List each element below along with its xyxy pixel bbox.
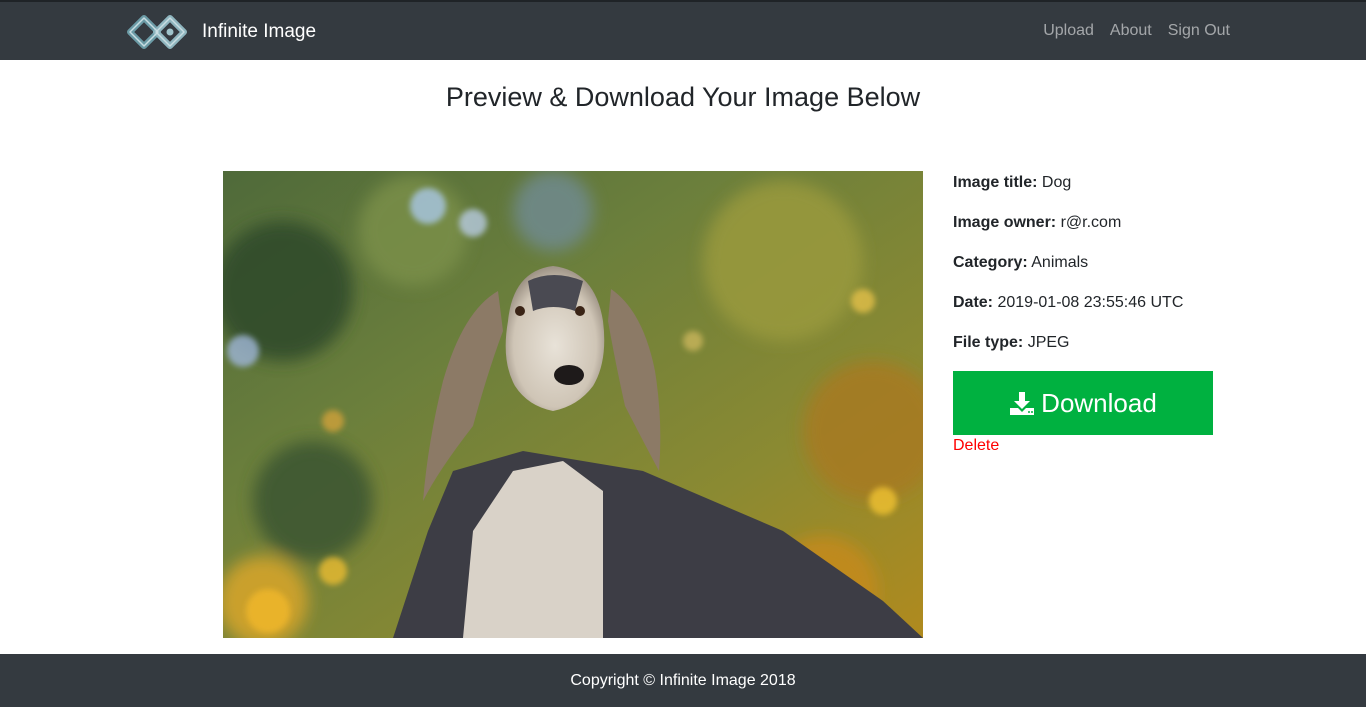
detail-date-label: Date:: [953, 294, 994, 311]
nav-about-link[interactable]: About: [1110, 22, 1152, 40]
detail-title-label: Image title:: [953, 174, 1038, 191]
detail-date-value: 2019-01-08 23:55:46 UTC: [997, 294, 1184, 311]
download-button[interactable]: Download: [953, 371, 1213, 435]
detail-title: Image title: Dog: [953, 171, 1253, 195]
detail-filetype-label: File type:: [953, 334, 1024, 351]
detail-filetype-value: JPEG: [1027, 334, 1070, 351]
detail-owner: Image owner: r@r.com: [953, 211, 1253, 235]
nav-signout-link[interactable]: Sign Out: [1168, 22, 1230, 40]
dog-photo: [223, 171, 923, 638]
image-preview: [223, 171, 923, 638]
infinity-logo-icon: [127, 15, 187, 49]
download-icon: [1010, 392, 1035, 415]
image-details: Image title: Dog Image owner: r@r.com Ca…: [953, 171, 1253, 454]
nav-links: Upload About Sign Out: [1043, 2, 1230, 60]
detail-date: Date: 2019-01-08 23:55:46 UTC: [953, 291, 1253, 315]
page-title: Preview & Download Your Image Below: [445, 82, 921, 112]
detail-category-value: Animals: [1031, 254, 1089, 271]
footer-copyright: Copyright © Infinite Image 2018: [570, 671, 796, 689]
detail-title-value: Dog: [1041, 174, 1072, 191]
brand-name: Infinite Image: [202, 21, 317, 42]
download-button-label: Download: [1041, 387, 1157, 418]
footer: Copyright © Infinite Image 2018: [0, 654, 1366, 707]
detail-category: Category: Animals: [953, 251, 1253, 275]
detail-owner-value: r@r.com: [1060, 214, 1122, 231]
brand[interactable]: Infinite Image: [127, 14, 316, 50]
detail-owner-label: Image owner:: [953, 214, 1057, 231]
delete-link[interactable]: Delete: [953, 437, 999, 455]
detail-filetype: File type: JPEG: [953, 331, 1253, 355]
detail-category-label: Category:: [953, 254, 1028, 271]
nav-upload-link[interactable]: Upload: [1043, 22, 1094, 40]
top-navbar: Infinite Image Upload About Sign Out: [0, 0, 1366, 60]
